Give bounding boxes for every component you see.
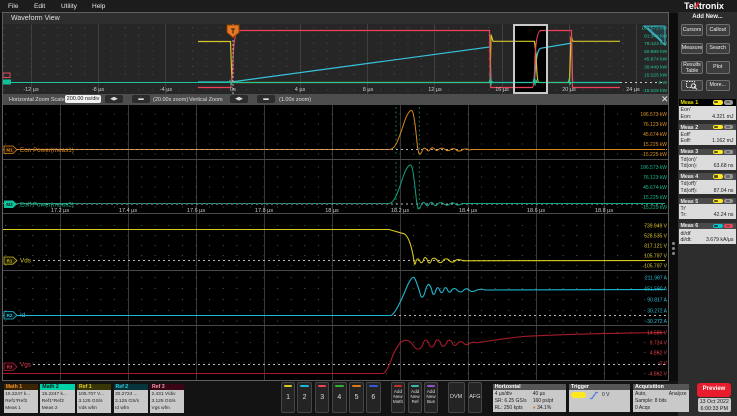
svg-text:105.707 V: 105.707 V: [644, 254, 667, 260]
svg-text:106.573 kW: 106.573 kW: [640, 112, 667, 118]
svg-text:-15.225 kW: -15.225 kW: [642, 88, 667, 94]
svg-text:151.590 A: 151.590 A: [644, 287, 667, 293]
svg-text:90.817 A: 90.817 A: [647, 298, 667, 304]
svg-text:4 µs: 4 µs: [295, 87, 306, 93]
svg-text:16 µs: 16 µs: [495, 87, 509, 93]
svg-text:30.449 kW: 30.449 kW: [644, 65, 667, 71]
svg-text:-15.225 kW: -15.225 kW: [641, 152, 667, 158]
svg-text:60.899 kW: 60.899 kW: [644, 49, 667, 55]
svg-text:R3: R3: [7, 365, 13, 370]
svg-text:-30.272 A: -30.272 A: [646, 319, 668, 325]
svg-text:R1: R1: [7, 258, 13, 263]
svg-text:14.586 V: 14.586 V: [647, 331, 668, 337]
svg-text:76.123 kW: 76.123 kW: [643, 175, 667, 181]
svg-text:-8 µs: -8 µs: [92, 87, 105, 93]
svg-text:30.272 A: 30.272 A: [647, 309, 667, 315]
svg-text:45.674 kW: 45.674 kW: [644, 57, 667, 63]
svg-text:R2: R2: [7, 313, 13, 318]
svg-text:0s: 0s: [230, 87, 236, 93]
svg-text:17.6 µs: 17.6 µs: [187, 208, 205, 214]
svg-text:-15.225 kW: -15.225 kW: [641, 205, 667, 211]
svg-text:T: T: [231, 29, 236, 36]
svg-text:45.674 kW: 45.674 kW: [643, 132, 667, 138]
svg-text:0 W: 0 W: [658, 80, 667, 86]
svg-text:0 V: 0 V: [659, 361, 667, 367]
svg-text:-4.862 V: -4.862 V: [648, 372, 668, 378]
svg-text:-4 µs: -4 µs: [160, 87, 173, 93]
svg-text:8 µs: 8 µs: [363, 87, 374, 93]
svg-text:739.949 V: 739.949 V: [644, 224, 667, 230]
svg-text:24 µs: 24 µs: [626, 87, 640, 93]
svg-text:18.2 µs: 18.2 µs: [391, 208, 409, 214]
svg-text:M1: M1: [6, 148, 13, 153]
svg-text:317.121 V: 317.121 V: [644, 244, 667, 250]
svg-text:18 µs: 18 µs: [325, 208, 339, 214]
svg-text:18.6 µs: 18.6 µs: [527, 208, 545, 214]
svg-text:45.674 kW: 45.674 kW: [643, 185, 667, 191]
svg-text:76.123 kW: 76.123 kW: [643, 122, 667, 128]
svg-text:-12 µs: -12 µs: [23, 87, 39, 93]
svg-text:17.2 µs: 17.2 µs: [51, 208, 69, 214]
svg-text:15.225 kW: 15.225 kW: [644, 72, 667, 78]
svg-text:Eoff Power(meas2): Eoff Power(meas2): [20, 202, 74, 209]
svg-text:4.862 V: 4.862 V: [650, 351, 668, 357]
svg-text:15.225 kW: 15.225 kW: [643, 195, 667, 201]
svg-text:17.4 µs: 17.4 µs: [119, 208, 137, 214]
svg-text:Id: Id: [20, 312, 26, 319]
svg-text:18.8 µs: 18.8 µs: [595, 208, 613, 214]
svg-text:17.8 µs: 17.8 µs: [255, 208, 273, 214]
svg-text:Eon Power(meas1): Eon Power(meas1): [20, 147, 74, 154]
svg-text:106.573 kW: 106.573 kW: [640, 165, 667, 171]
svg-text:9.724 V: 9.724 V: [650, 341, 668, 347]
svg-text:528.535 V: 528.535 V: [644, 234, 667, 240]
svg-text:15.225 kW: 15.225 kW: [643, 142, 667, 148]
svg-text:Vds: Vds: [20, 258, 31, 265]
svg-text:20 µs: 20 µs: [562, 87, 576, 93]
svg-text:Vgs: Vgs: [20, 362, 31, 369]
svg-text:-105.707 V: -105.707 V: [643, 264, 668, 270]
svg-text:18.4 µs: 18.4 µs: [459, 208, 477, 214]
svg-text:M2: M2: [6, 202, 13, 207]
svg-text:12 µs: 12 µs: [428, 87, 442, 93]
svg-text:211.907 A: 211.907 A: [645, 276, 668, 282]
